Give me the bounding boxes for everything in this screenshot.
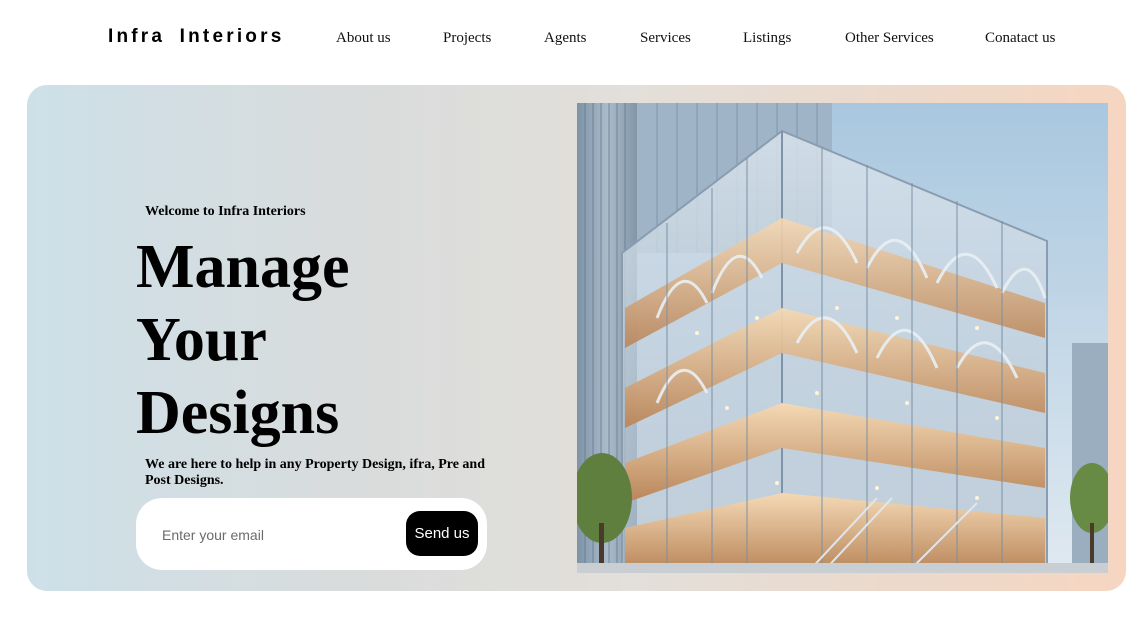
send-us-button[interactable]: Send us (406, 511, 478, 556)
nav-projects[interactable]: Projects (443, 30, 491, 47)
headline-line-3: Designs (136, 379, 340, 447)
nav-other-services[interactable]: Other Services (845, 30, 934, 47)
nav-agents[interactable]: Agents (544, 30, 587, 47)
nav-services[interactable]: Services (640, 30, 691, 47)
nav-about-us[interactable]: About us (336, 30, 391, 47)
brand-logo[interactable]: Infra Interiors (108, 26, 284, 48)
building-image (577, 103, 1108, 573)
headline-line-2: Your (136, 306, 267, 374)
nav-contact-us[interactable]: Conatact us (985, 30, 1055, 47)
email-input[interactable] (162, 522, 392, 548)
nav-listings[interactable]: Listings (743, 30, 791, 47)
headline-line-1: Manage (136, 233, 350, 301)
top-navigation: Infra Interiors About us Projects Agents… (0, 0, 1140, 78)
hero-section: Welcome to Infra Interiors Manage Your D… (27, 85, 1126, 591)
hero-subtext: We are here to help in any Property Desi… (145, 457, 485, 488)
hero-headline: Manage Your Designs (136, 231, 350, 450)
email-signup-form: Send us (136, 498, 487, 570)
welcome-text: Welcome to Infra Interiors (145, 204, 306, 219)
